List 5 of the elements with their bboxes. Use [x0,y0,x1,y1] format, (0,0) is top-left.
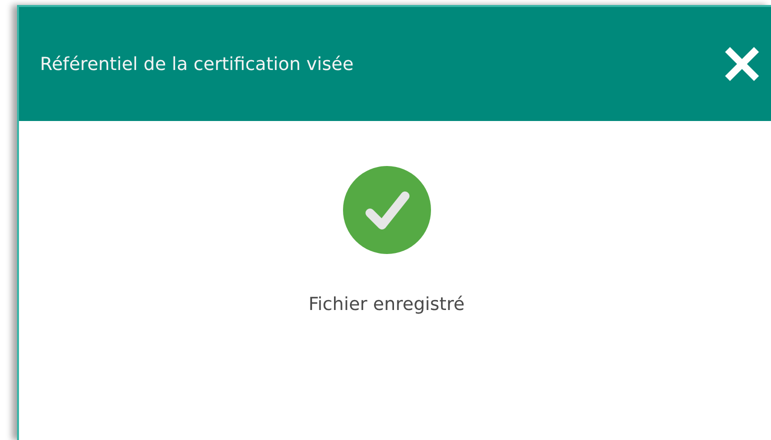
close-icon [725,47,759,81]
close-button[interactable] [725,47,759,81]
status-message: Fichier enregistré [308,294,465,315]
dialog-title: Référentiel de la certification visée [40,54,354,74]
success-check-icon [342,166,430,254]
